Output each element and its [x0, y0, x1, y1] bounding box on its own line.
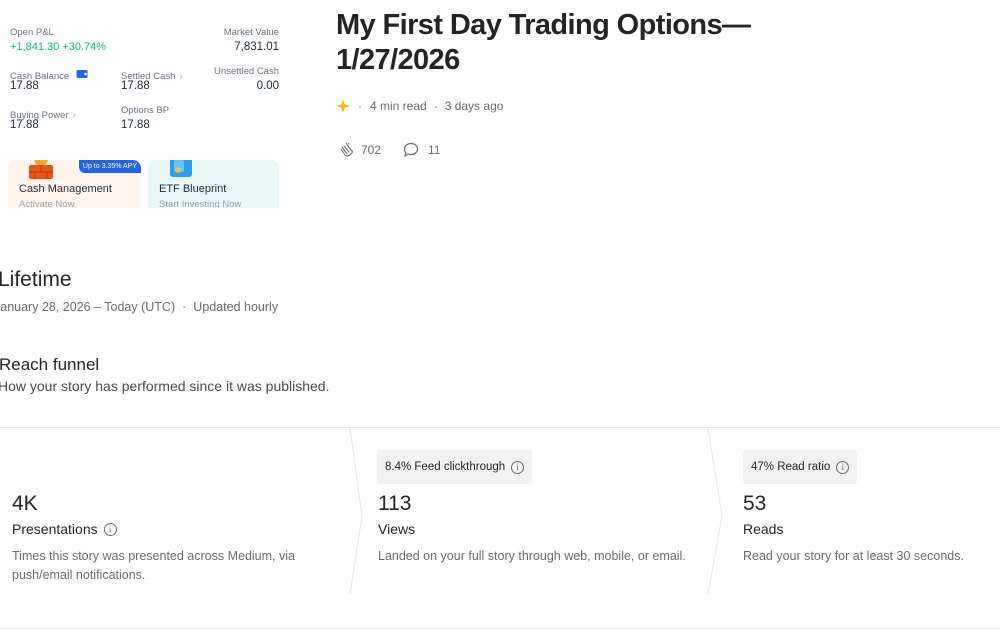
clap-icon [337, 142, 355, 158]
reads-value: 53 [743, 492, 767, 515]
unsettled-cash: 0.00 [256, 80, 279, 92]
funnel-divider [707, 428, 723, 594]
lifetime-heading: Lifetime [0, 268, 72, 291]
meta-separator: · [358, 99, 362, 113]
reach-funnel-heading: Reach funnel [0, 355, 100, 374]
responses-button[interactable]: 11 [403, 142, 440, 158]
published-date: 3 days ago [444, 99, 504, 113]
etf-blueprint-title: ETF Blueprint [159, 183, 227, 195]
meta-separator: · [433, 99, 438, 113]
update-note: Updated hourly [193, 300, 279, 314]
clap-button[interactable]: 702 [337, 142, 381, 158]
feed-clickthrough-text: 8.4% Feed clickthrough [385, 461, 506, 473]
feed-clickthrough-chip: 8.4% Feed clickthrough i [377, 450, 533, 484]
clap-count: 702 [361, 143, 382, 157]
views-label: Views [378, 521, 416, 537]
presentations-label-row: Presentations i [12, 521, 117, 537]
settled-cash: 17.88 [121, 80, 150, 92]
buying-power: 17.88 [10, 119, 39, 131]
article-meta: · 4 min read · 3 days ago [336, 99, 503, 113]
read-ratio-text: 47% Read ratio [751, 461, 831, 473]
article-title[interactable]: My First Day Trading Options— 1/27/2026 [336, 8, 856, 78]
reads-label: Reads [743, 521, 784, 537]
response-icon [403, 142, 419, 158]
date-range-row: January 28, 2026 – Today (UTC) · Updated… [0, 300, 278, 314]
presentations-value: 4K [12, 492, 38, 515]
chevron-right-icon: › [179, 71, 183, 82]
views-description: Landed on your full story through web, m… [378, 549, 686, 563]
views-value: 113 [378, 492, 412, 515]
etf-blueprint-card[interactable]: ETF Blueprint Start Investing Now [148, 160, 279, 208]
cash-management-card[interactable]: Up to 3.35% APY Cash Management Activate… [8, 160, 141, 208]
cash-balance: 17.88 [10, 80, 39, 92]
cash-management-title: Cash Management [19, 183, 112, 195]
presentations-label: Presentations [12, 521, 98, 537]
open-pl-value: +1,841.30 +30.74% [10, 41, 107, 53]
unsettled-cash-label: Unsettled Cash [214, 66, 279, 77]
reads-description: Read your story for at least 30 seconds. [743, 549, 964, 563]
open-pl-label: Open P&L [10, 27, 54, 38]
info-icon[interactable]: i [511, 460, 525, 474]
funnel-divider [349, 428, 363, 594]
market-value: 7,831.01 [234, 41, 279, 53]
read-ratio-chip: 47% Read ratio i [743, 450, 858, 484]
info-icon[interactable]: i [103, 522, 117, 536]
response-count: 11 [428, 143, 441, 157]
meta-separator: · [182, 300, 187, 314]
chevron-right-icon: › [72, 110, 76, 121]
etf-blueprint-subtitle: Start Investing Now [159, 199, 242, 208]
info-icon[interactable]: i [836, 460, 850, 474]
reach-funnel-subtitle: How your story has performed since it wa… [0, 378, 330, 394]
apy-badge: Up to 3.35% APY [78, 160, 141, 173]
read-time: 4 min read [370, 99, 427, 113]
options-bp-label: Options BP [121, 105, 170, 116]
date-range: January 28, 2026 – Today (UTC) [0, 300, 176, 314]
options-bp: 17.88 [121, 119, 150, 131]
cash-management-subtitle: Activate Now [19, 199, 75, 208]
wallet-icon [76, 66, 89, 84]
market-value-label: Market Value [223, 27, 279, 38]
presentations-description: Times this story was presented across Me… [12, 549, 295, 582]
sparkle-icon [336, 99, 350, 113]
